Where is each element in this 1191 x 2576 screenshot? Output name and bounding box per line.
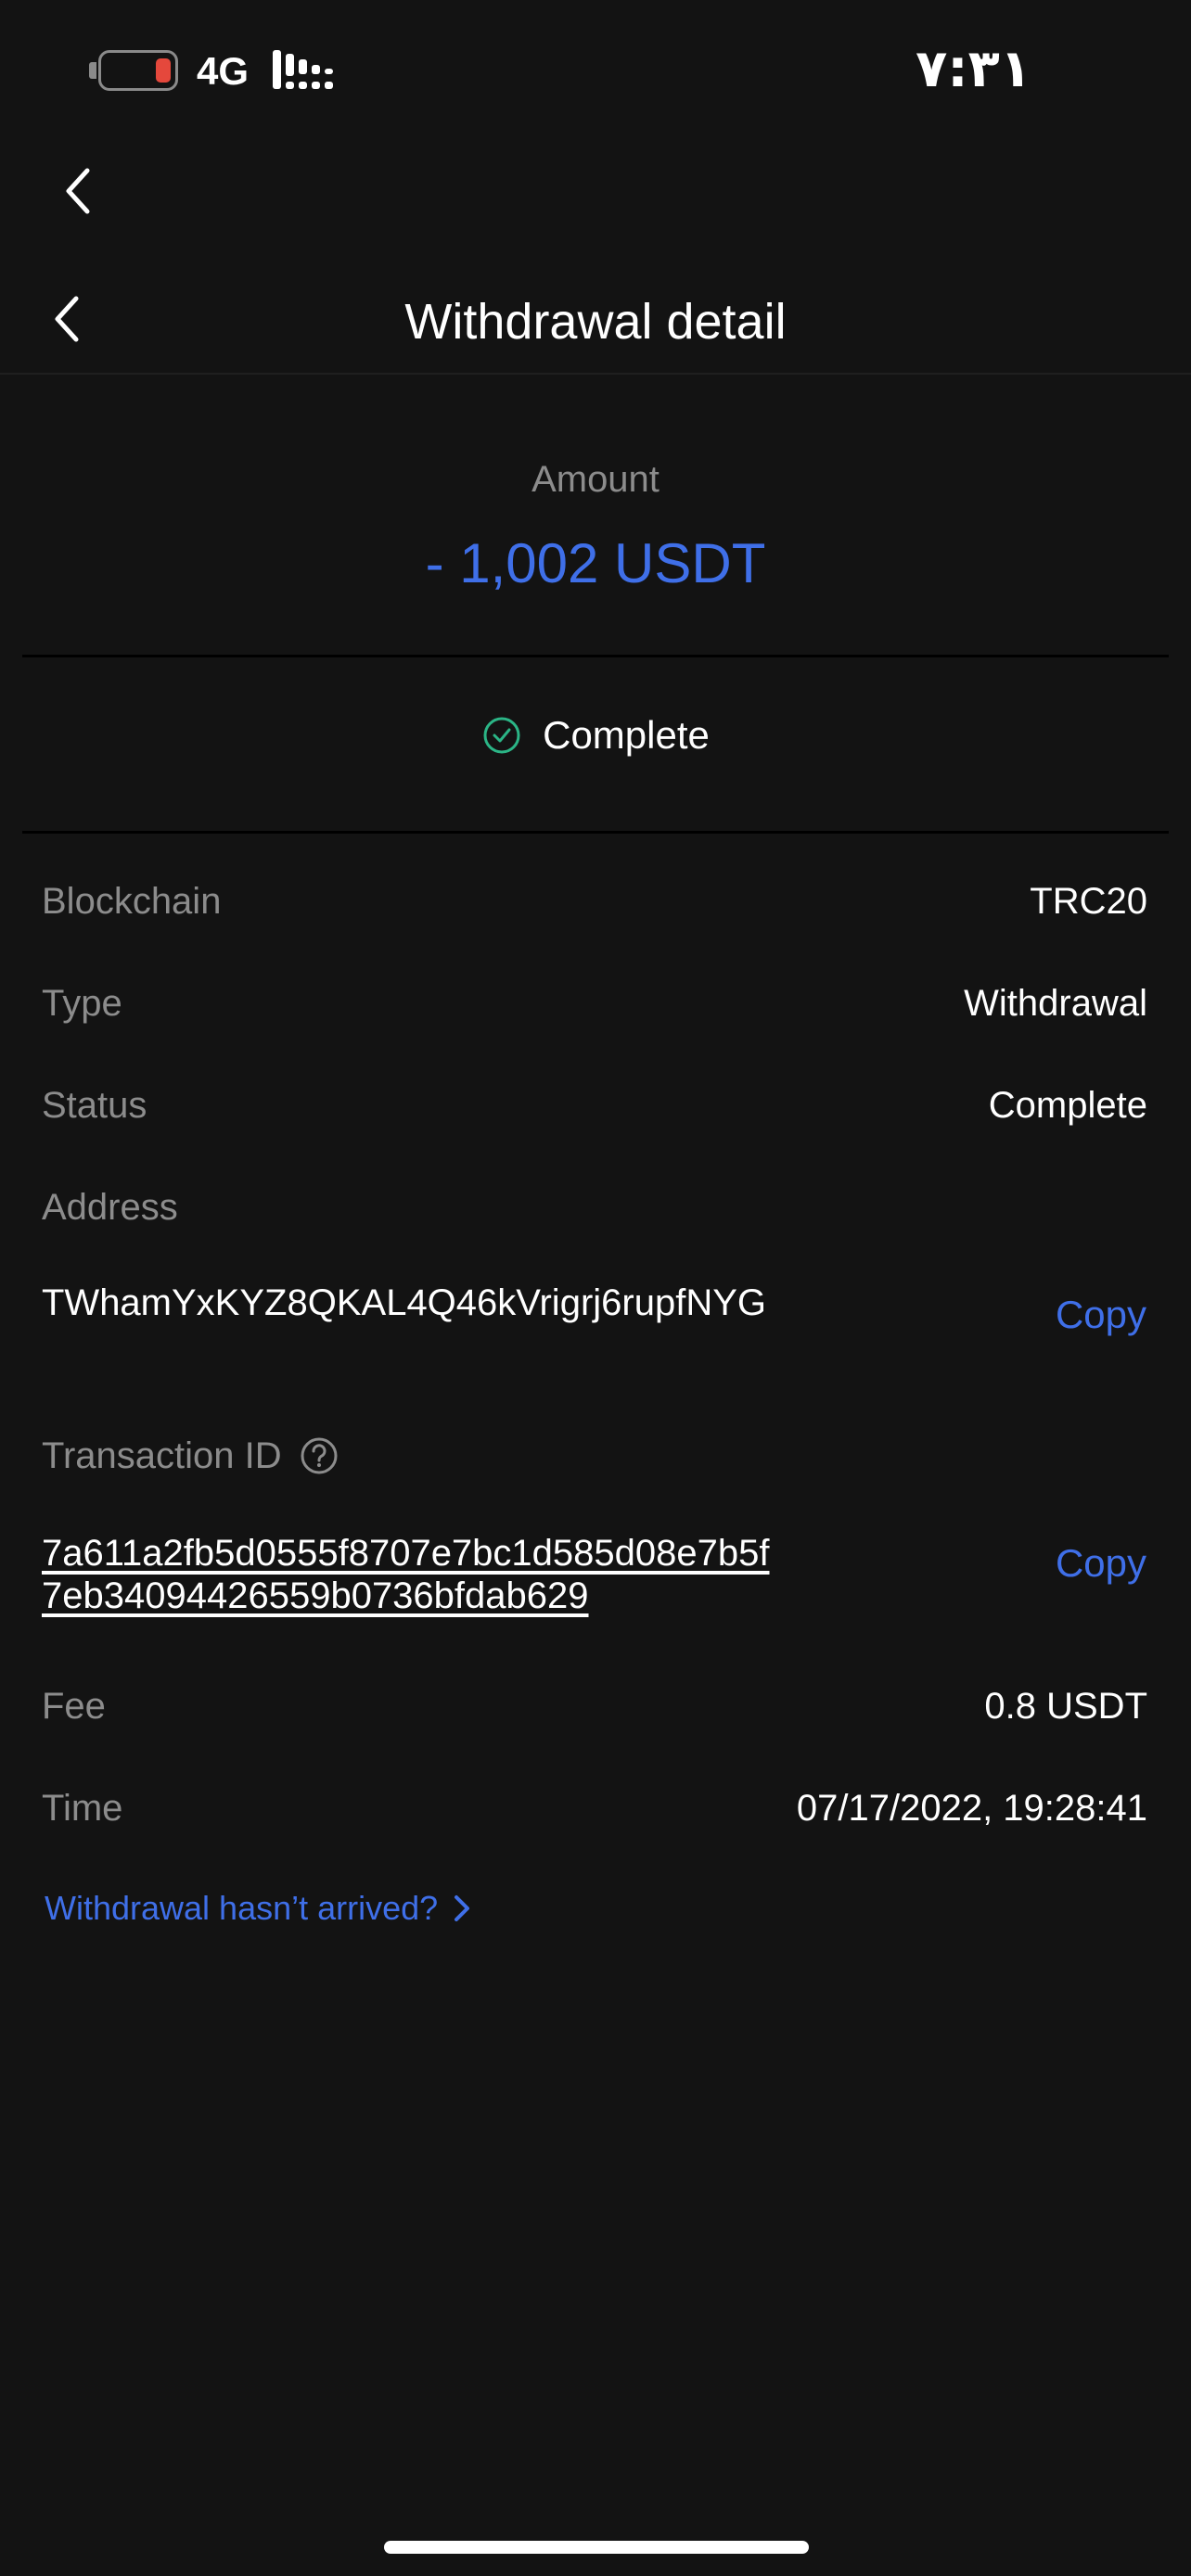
status-label: Status — [42, 1085, 147, 1126]
time-label: Time — [42, 1788, 123, 1829]
copy-transaction-id-button[interactable]: Copy — [1056, 1536, 1146, 1591]
address-label: Address — [42, 1187, 178, 1228]
divider — [22, 655, 1169, 657]
time-value: 07/17/2022, 19:28:41 — [796, 1788, 1147, 1829]
amount-label: Amount — [531, 459, 660, 500]
divider — [22, 831, 1169, 834]
header: Withdrawal detail — [0, 269, 1191, 375]
chevron-left-icon — [66, 168, 90, 214]
signal-icon — [273, 46, 336, 93]
withdrawal-not-arrived-link[interactable]: Withdrawal hasn’t arrived? — [45, 1881, 473, 1936]
network-type: 4G — [197, 49, 250, 93]
status-banner-label: Complete — [543, 713, 710, 757]
type-label: Type — [42, 983, 122, 1024]
detail-row-fee: Fee 0.8 USDT — [42, 1678, 1147, 1734]
detail-row-address: Address — [42, 1180, 1147, 1235]
chevron-right-icon — [455, 1895, 470, 1921]
detail-row-transaction-id: Transaction ID — [42, 1428, 339, 1484]
detail-row-time: Time 07/17/2022, 19:28:41 — [42, 1780, 1147, 1836]
help-circle-icon[interactable] — [299, 1435, 339, 1476]
type-value: Withdrawal — [964, 983, 1147, 1024]
transaction-id-link[interactable]: 7a611a2fb5d0555f8707e7bc1d585d08e7b5f7eb… — [42, 1532, 784, 1617]
detail-row-type: Type Withdrawal — [42, 976, 1147, 1031]
detail-row-blockchain: Blockchain TRC20 — [42, 874, 1147, 929]
status-banner: Complete — [0, 705, 1191, 770]
blockchain-label: Blockchain — [42, 881, 222, 922]
withdrawal-detail-screen: 4G ۷:۳۱ Withdrawal detail Amount - 1,002… — [0, 0, 1191, 2576]
help-link-label: Withdrawal hasn’t arrived? — [45, 1889, 439, 1927]
status-bar: 4G ۷:۳۱ — [0, 0, 1191, 139]
battery-icon — [89, 50, 178, 91]
check-circle-icon — [483, 717, 520, 754]
page-title: Withdrawal detail — [404, 294, 787, 350]
blockchain-value: TRC20 — [1030, 881, 1147, 922]
fee-value: 0.8 USDT — [984, 1686, 1147, 1727]
amount-value: - 1,002 USDT — [425, 532, 766, 594]
home-indicator[interactable] — [384, 2541, 809, 2554]
copy-address-button[interactable]: Copy — [1056, 1287, 1146, 1343]
transaction-id-label: Transaction ID — [42, 1435, 282, 1476]
status-value: Complete — [988, 1085, 1147, 1126]
fee-label: Fee — [42, 1686, 106, 1727]
clock: ۷:۳۱ — [916, 39, 1031, 99]
detail-row-status: Status Complete — [42, 1078, 1147, 1133]
system-back-button[interactable] — [56, 163, 102, 219]
address-value: TWhamYxKYZ8QKAL4Q46kVrigrj6rupfNYG — [42, 1282, 766, 1323]
